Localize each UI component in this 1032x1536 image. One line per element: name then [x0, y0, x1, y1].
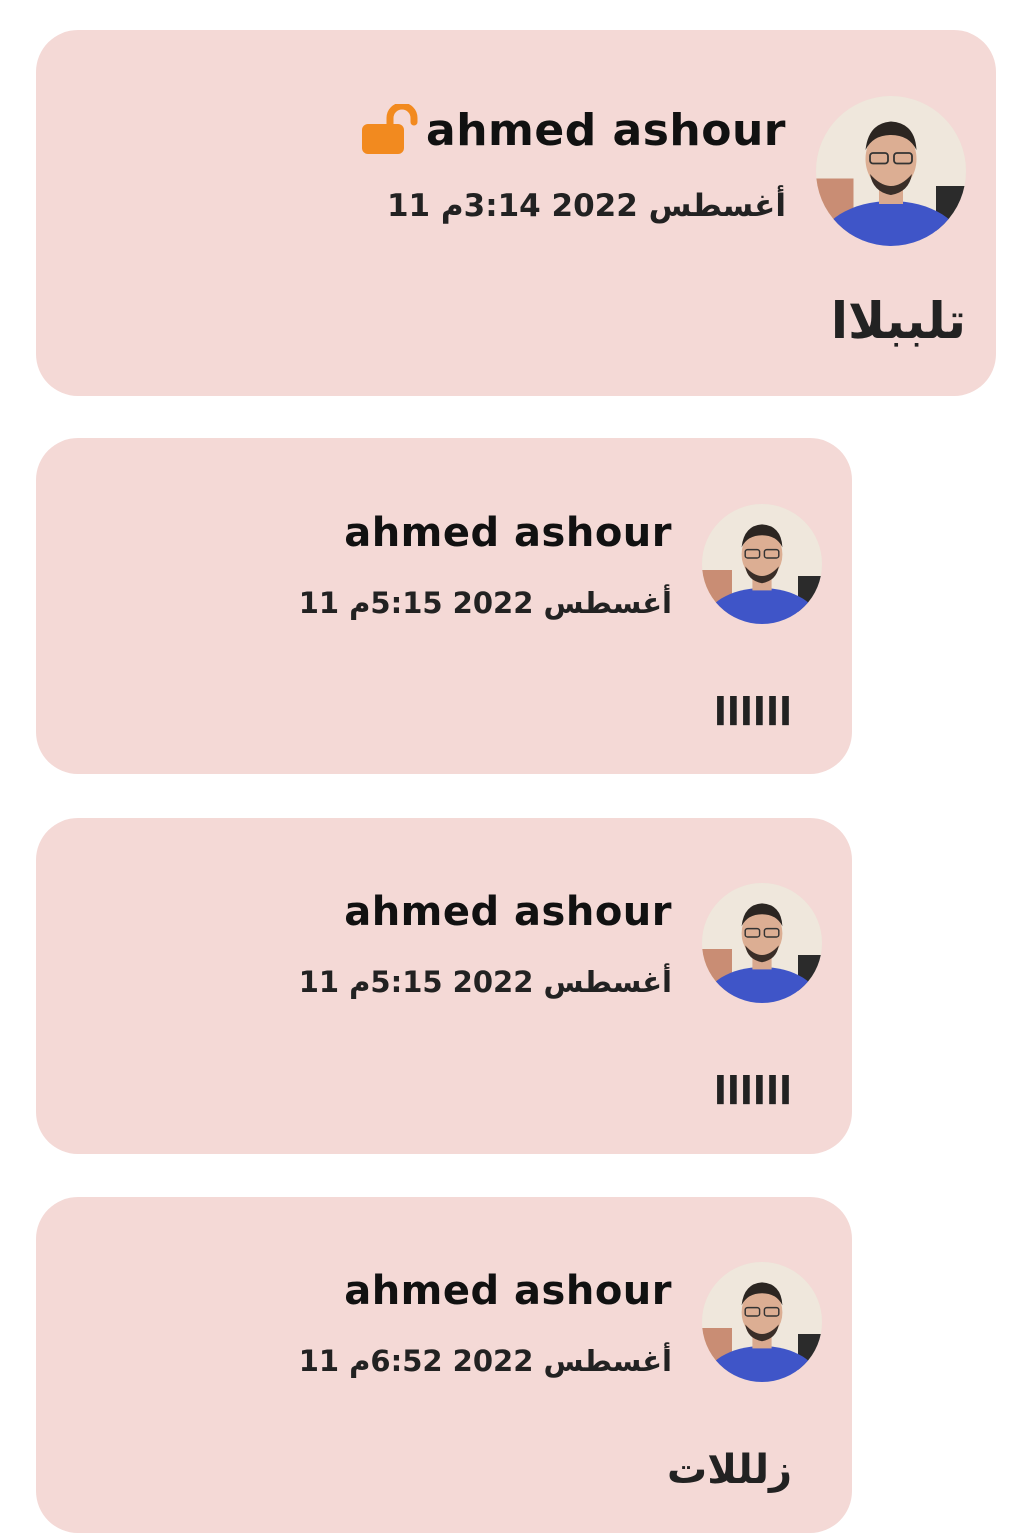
avatar-photo: [816, 96, 966, 246]
avatar[interactable]: [702, 1262, 822, 1382]
post-card[interactable]: ahmed ashour 11 أغسطس 2022 6:52م زلللات: [36, 1197, 852, 1533]
author-name[interactable]: ahmed ashour: [426, 105, 786, 156]
post-card[interactable]: ahmed ashour 11 أغسطس 2022 5:15م llllll: [36, 438, 852, 774]
avatar-photo: [702, 504, 822, 624]
post-text: زلللات: [667, 1447, 792, 1493]
post-date: 11 أغسطس 2022 6:52م: [298, 1344, 672, 1378]
post-text: llllll: [713, 690, 792, 734]
avatar-photo: [702, 1262, 822, 1382]
post-date: 11 أغسطس 2022 3:14م: [386, 188, 786, 224]
avatar-photo: [702, 883, 822, 1003]
post-card[interactable]: ahmed ashour 11 أغسطس 2022 5:15م llllll: [36, 818, 852, 1154]
post-text: تلببلاا: [830, 292, 966, 350]
author-row: ahmed ashour: [344, 1268, 672, 1314]
post-date: 11 أغسطس 2022 5:15م: [298, 586, 672, 620]
post-card[interactable]: ahmed ashour 11 أغسطس 2022 3:14م تلببلاا: [36, 30, 996, 396]
unlock-icon[interactable]: [362, 104, 418, 156]
avatar[interactable]: [702, 883, 822, 1003]
avatar[interactable]: [816, 96, 966, 246]
author-name[interactable]: ahmed ashour: [344, 889, 672, 935]
author-row: ahmed ashour: [344, 510, 672, 556]
author-row: ahmed ashour: [362, 104, 786, 156]
post-date: 11 أغسطس 2022 5:15م: [298, 965, 672, 999]
avatar[interactable]: [702, 504, 822, 624]
author-name[interactable]: ahmed ashour: [344, 1268, 672, 1314]
author-row: ahmed ashour: [344, 889, 672, 935]
post-text: llllll: [713, 1069, 792, 1113]
author-name[interactable]: ahmed ashour: [344, 510, 672, 556]
